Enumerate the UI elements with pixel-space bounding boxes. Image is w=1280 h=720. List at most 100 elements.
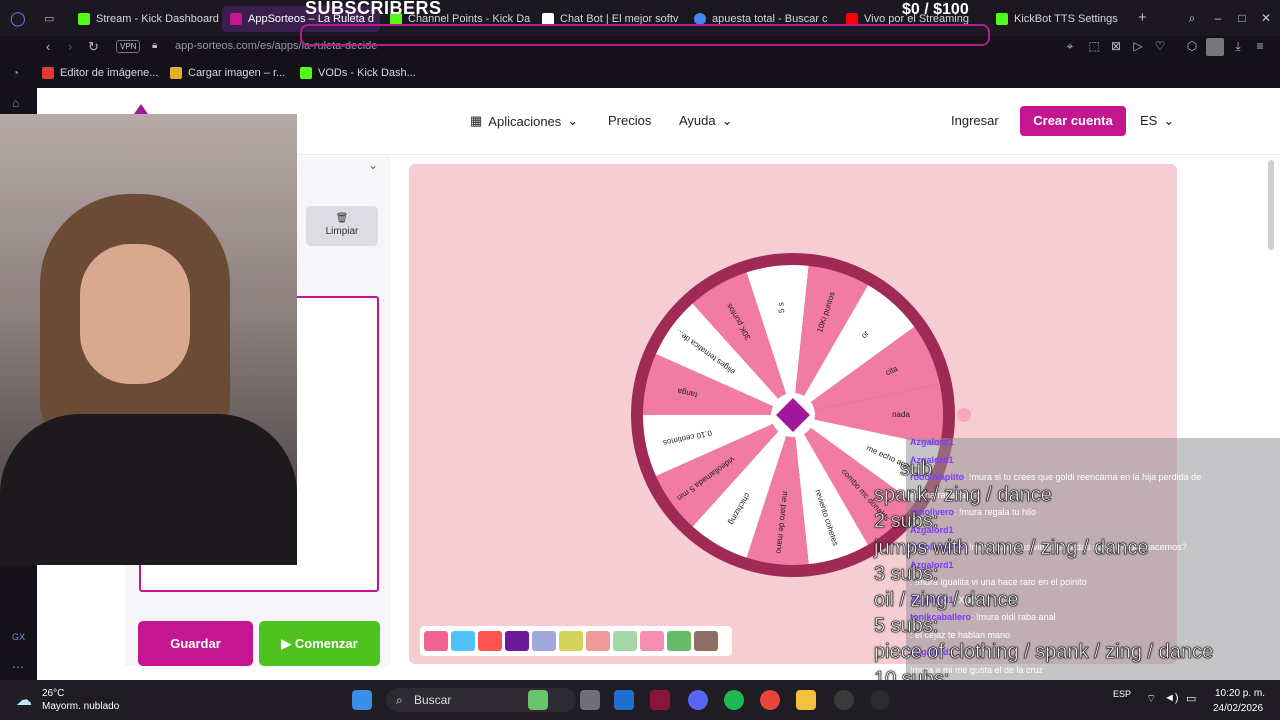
outlook-icon[interactable]: [614, 690, 634, 710]
adblock-icon[interactable]: ⊠: [1110, 40, 1122, 52]
sub-goal-line: piece of clothing / spank / zing / dance: [874, 641, 1214, 664]
obs-icon[interactable]: [834, 690, 854, 710]
guardar-button[interactable]: Guardar: [138, 621, 253, 666]
sub-goal-line: jumps with name / zing / dance: [874, 536, 1149, 559]
color-swatch[interactable]: [505, 631, 529, 651]
chrome-icon[interactable]: [760, 690, 780, 710]
task-view-icon[interactable]: [580, 690, 600, 710]
trash-icon: 🗑︎: [335, 213, 349, 224]
more-icon[interactable]: ⋯: [12, 660, 24, 674]
app-icon[interactable]: [870, 690, 890, 710]
nav-ayuda[interactable]: Ayuda ⌄: [679, 113, 733, 129]
color-swatch[interactable]: [640, 631, 664, 651]
tab-stream-dashboard[interactable]: Stream - Kick Dashboard: [70, 6, 220, 32]
chat-message: Azgalord1: [910, 437, 954, 447]
heart-icon[interactable]: ♡: [1154, 40, 1166, 52]
snapshot-icon[interactable]: ⬚: [1088, 40, 1100, 52]
chevron-down-icon[interactable]: ⌄: [368, 158, 378, 172]
twitch-icon[interactable]: ⌂: [12, 96, 19, 110]
sub-goal-line: 2 subs:: [874, 510, 939, 533]
clock-date[interactable]: 24/02/2026: [1213, 703, 1263, 714]
gx-control-icon[interactable]: ◔: [12, 66, 19, 80]
weather-desc[interactable]: Mayorm. nublado: [42, 701, 119, 712]
chevron-down-icon: ⌄: [1163, 113, 1175, 128]
sub-goal-line: oil / zing / dance: [874, 589, 1019, 612]
chat-text: : !mura oldi raba anal: [971, 612, 1056, 622]
weather-icon[interactable]: ☁: [16, 690, 32, 710]
color-swatch[interactable]: [532, 631, 556, 651]
color-palette: [420, 626, 732, 656]
crear-cuenta-button[interactable]: Crear cuenta: [1020, 106, 1126, 136]
chat-text: : !mura si tu crees que goldi reencarna …: [964, 472, 1202, 482]
clock-time[interactable]: 10:20 p. m.: [1215, 688, 1265, 699]
color-swatch[interactable]: [694, 631, 718, 651]
forward-icon[interactable]: ›: [68, 39, 72, 54]
grid-icon: ▦: [470, 113, 483, 128]
chat-message: rodolivapiito: !mura si tu crees que gol…: [910, 472, 1201, 482]
color-swatch[interactable]: [559, 631, 583, 651]
color-swatch[interactable]: [451, 631, 475, 651]
wheel-slice-label: nada: [892, 410, 910, 419]
volume-icon[interactable]: ◄): [1164, 692, 1179, 704]
maximize-icon[interactable]: □: [1236, 12, 1248, 24]
sub-goal-line: 5 subs:: [874, 615, 939, 638]
battery-icon[interactable]: ▭: [1186, 692, 1196, 705]
sub-goal-line: sub: [900, 458, 933, 481]
limpiar-button[interactable]: 🗑︎ Limpiar: [306, 206, 378, 246]
close-icon[interactable]: ✕: [1260, 12, 1272, 24]
profile-avatar[interactable]: [1206, 38, 1224, 56]
chevron-down-icon: ⌄: [721, 113, 733, 128]
weather-temp[interactable]: 26°C: [42, 688, 64, 699]
search-tabs-icon[interactable]: ⌕: [1186, 12, 1198, 24]
nav-precios[interactable]: Precios: [608, 113, 651, 128]
player-icon[interactable]: ▷: [1132, 40, 1144, 52]
kickbot-icon: [996, 13, 1008, 25]
discord-icon[interactable]: [688, 690, 708, 710]
opera-gx-taskbar-icon[interactable]: [650, 690, 670, 710]
nav-aplicaciones[interactable]: ▦ Aplicaciones ⌄: [470, 113, 578, 129]
page-scrollbar[interactable]: [1268, 160, 1274, 250]
file-explorer-icon[interactable]: [796, 690, 816, 710]
opera-gx-logo-icon[interactable]: ◯: [10, 10, 26, 27]
pin-icon[interactable]: ⌖: [1064, 40, 1076, 52]
search-highlight-icon[interactable]: [528, 690, 548, 710]
color-swatch[interactable]: [586, 631, 610, 651]
gx-corner-icon[interactable]: GX: [12, 632, 25, 642]
chat-username[interactable]: Azgalord1: [910, 437, 954, 447]
minimize-icon[interactable]: –: [1212, 12, 1224, 24]
color-swatch[interactable]: [667, 631, 691, 651]
input-language[interactable]: ESP: [1113, 689, 1131, 699]
kick-icon: [78, 13, 90, 25]
start-icon[interactable]: [352, 690, 372, 710]
extensions-icon[interactable]: ⬡: [1186, 40, 1198, 52]
spotify-icon[interactable]: [724, 690, 744, 710]
color-swatch[interactable]: [478, 631, 502, 651]
wheel-pointer: [957, 408, 971, 422]
tab-list-icon[interactable]: ▭: [44, 12, 54, 25]
streamer-outfit: [0, 414, 297, 565]
color-swatch[interactable]: [424, 631, 448, 651]
back-icon[interactable]: ‹: [46, 39, 50, 54]
reload-icon[interactable]: ↻: [88, 39, 99, 55]
lock-icon[interactable]: 🔒︎: [152, 40, 157, 51]
bookmark-cargar-imagen[interactable]: Cargar imagen – r...: [170, 67, 285, 79]
wheel-slice-label: 5 s: [776, 302, 786, 314]
bookmark-vods[interactable]: VODs - Kick Dash...: [300, 67, 416, 79]
new-tab-plus-icon[interactable]: +: [1138, 9, 1147, 26]
color-swatch[interactable]: [613, 631, 637, 651]
site-logo[interactable]: [134, 104, 148, 114]
menu-icon[interactable]: ≡: [1254, 40, 1266, 52]
bookmark-editor[interactable]: Editor de imágene...: [42, 67, 158, 79]
download-icon[interactable]: ⤓: [1232, 40, 1244, 52]
nav-ingresar[interactable]: Ingresar: [951, 113, 999, 128]
comenzar-button[interactable]: ▶ Comenzar: [259, 621, 380, 666]
wifi-icon[interactable]: ⌔: [1146, 692, 1156, 706]
sub-goal-line: 3 subs:: [874, 562, 939, 585]
chat-text: : !mura regala tu hilo: [954, 507, 1037, 517]
search-icon: ⌕: [396, 693, 403, 707]
chevron-down-icon: ⌄: [567, 113, 579, 128]
language-selector[interactable]: ES ⌄: [1140, 113, 1174, 129]
vpn-badge[interactable]: VPN: [116, 40, 141, 53]
subscribers-goal-title: SUBSCRIBERS: [305, 0, 442, 18]
tab-kickbot-tts[interactable]: KickBot TTS Settings: [988, 6, 1128, 32]
